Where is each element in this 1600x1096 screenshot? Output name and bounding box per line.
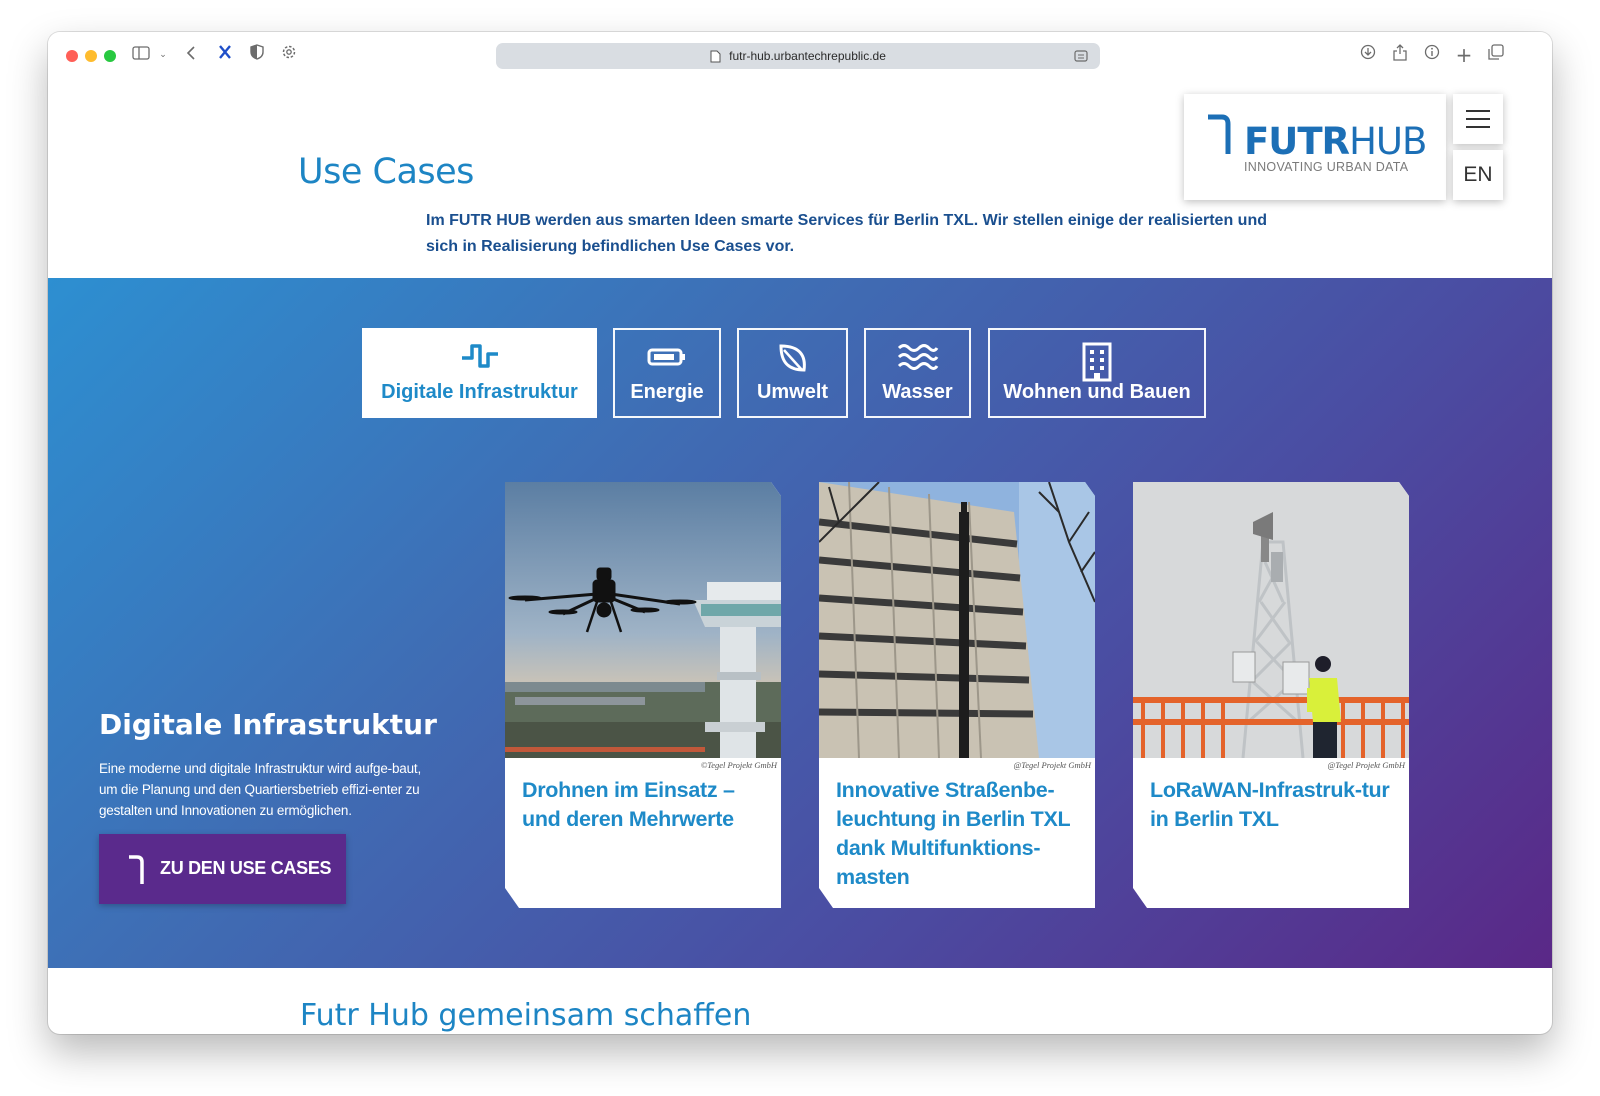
next-section-heading: Futr Hub gemeinsam schaffen: [300, 998, 752, 1033]
logo-mark-icon: [1208, 114, 1231, 154]
tab-wasser[interactable]: Wasser: [864, 328, 971, 418]
lorawan-mast-photo: [1133, 482, 1409, 758]
address-bar[interactable]: futr-hub.urbantechrepublic.de: [496, 43, 1100, 69]
button-label: ZU DEN USE CASES: [160, 858, 332, 878]
extension-x-icon[interactable]: [214, 44, 236, 66]
share-icon[interactable]: [1389, 44, 1411, 66]
logo-wordmark: FUTRHUB: [1244, 120, 1427, 163]
reader-mode-icon[interactable]: [1074, 49, 1088, 63]
chevron-down-icon[interactable]: ⌄: [152, 44, 174, 66]
use-case-section: Digitale Infrastruktur Energie Umwelt Wa…: [48, 278, 1552, 968]
shield-icon[interactable]: [246, 44, 268, 66]
new-tab-plus-icon[interactable]: +: [1453, 44, 1475, 66]
web-page: Use Cases Im FUTR HUB werden aus smarten…: [48, 78, 1552, 1034]
section-description: Eine moderne und digitale Infrastruktur …: [99, 761, 421, 818]
sidebar-toggle-icon[interactable]: [130, 44, 152, 66]
minimize-window-button[interactable]: [85, 50, 97, 62]
logo-mark-icon: [129, 855, 144, 884]
use-case-card-strassenbeleuchtung[interactable]: @Tegel Projekt GmbH Innovative Straßenbe…: [819, 482, 1095, 908]
menu-line: [1466, 110, 1490, 112]
tab-wohnen-und-bauen[interactable]: Wohnen und Bauen: [988, 328, 1206, 418]
zoom-window-button[interactable]: [104, 50, 116, 62]
card-title: LoRaWAN-Infrastruk-tur in Berlin TXL: [1150, 778, 1390, 831]
card-title: Innovative Straßenbe-leuchtung in Berlin…: [836, 778, 1070, 889]
download-icon[interactable]: [1357, 44, 1379, 66]
use-case-card-drohnen[interactable]: ©Tegel Projekt GmbH Drohnen im Einsatz –…: [505, 482, 781, 908]
menu-line: [1466, 126, 1490, 128]
battery-icon: [647, 342, 687, 375]
card-title: Drohnen im Einsatz – und deren Mehrwerte: [522, 778, 735, 831]
tab-label: Wasser: [882, 381, 953, 403]
tab-digitale-infrastruktur[interactable]: Digitale Infrastruktur: [362, 328, 597, 418]
leaf-icon: [776, 342, 810, 381]
signal-pulse-icon: [460, 342, 500, 375]
gear-icon[interactable]: [278, 44, 300, 66]
tab-umwelt[interactable]: Umwelt: [737, 328, 848, 418]
photo-credit: ©Tegel Projekt GmbH: [700, 760, 777, 770]
use-case-card-lorawan[interactable]: @Tegel Projekt GmbH LoRaWAN-Infrastruk-t…: [1133, 482, 1409, 908]
section-title: Digitale Infrastruktur: [99, 708, 437, 741]
use-cases-button[interactable]: ZU DEN USE CASES: [99, 834, 346, 904]
tab-label: Digitale Infrastruktur: [381, 381, 578, 403]
tab-label: Umwelt: [756, 381, 829, 403]
info-icon[interactable]: [1421, 44, 1443, 66]
logo-tagline: INNOVATING URBAN DATA: [1244, 160, 1409, 174]
browser-toolbar: ⌄ futr-hub.urbantechrepublic.de +: [48, 32, 1552, 78]
close-window-button[interactable]: [66, 50, 78, 62]
menu-line: [1466, 118, 1490, 120]
tab-overview-icon[interactable]: [1485, 44, 1507, 66]
hamburger-menu-button[interactable]: [1453, 94, 1503, 144]
photo-credit: @Tegel Projekt GmbH: [1327, 760, 1405, 770]
water-waves-icon: [897, 342, 939, 377]
tab-energie[interactable]: Energie: [613, 328, 721, 418]
tab-label: Wohnen und Bauen: [1003, 381, 1191, 403]
browser-window: ⌄ futr-hub.urbantechrepublic.de + Use Ca…: [48, 32, 1552, 1034]
intro-text: Im FUTR HUB werden aus smarten Ideen sma…: [426, 212, 1267, 255]
street-light-photo: [819, 482, 1095, 758]
tab-label: Energie: [630, 381, 704, 403]
back-arrow-icon[interactable]: [180, 44, 202, 66]
address-url: futr-hub.urbantechrepublic.de: [729, 49, 886, 63]
language-switch-button[interactable]: EN: [1453, 150, 1503, 200]
drone-tower-photo: [505, 482, 781, 758]
page-title: Use Cases: [298, 152, 474, 192]
futr-hub-logo[interactable]: FUTRHUB INNOVATING URBAN DATA: [1184, 94, 1446, 200]
photo-credit: @Tegel Projekt GmbH: [1013, 760, 1091, 770]
page-document-icon: [710, 50, 721, 63]
